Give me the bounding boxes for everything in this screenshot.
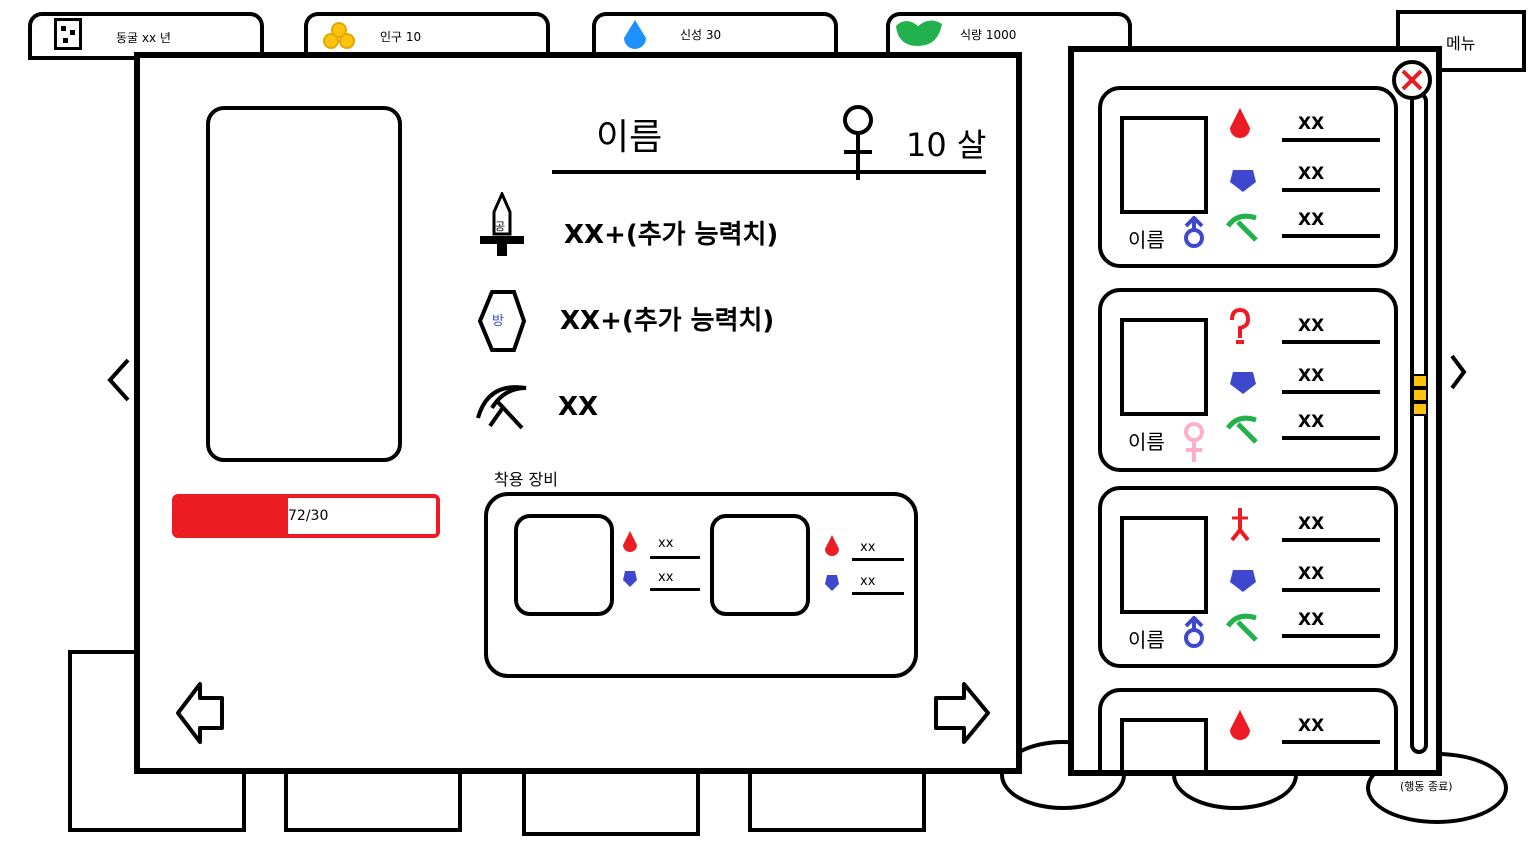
card-stat-line [1282, 340, 1380, 344]
card-stat-line [1282, 436, 1380, 440]
skill-pickaxe-icon [476, 385, 527, 430]
skill-value: XX [558, 392, 599, 422]
food-label: 식량 1000 [960, 28, 1017, 42]
equip-2-attack-drop-icon [825, 535, 839, 556]
attack-value: XX+(추가 능력치) [564, 220, 779, 250]
card-portrait [1120, 718, 1208, 770]
cave-icon [54, 18, 82, 50]
roster-card[interactable]: 이름 XX XX XX [1098, 86, 1398, 268]
roster-card[interactable]: 이름 XX XX XX [1098, 486, 1398, 668]
card-stat-line [1282, 390, 1380, 394]
card-stat-v2: XX [1298, 366, 1325, 386]
card-stat-line [1282, 634, 1380, 638]
character-age: 10 살 [906, 126, 987, 164]
equip-1-defense-line [650, 588, 700, 591]
defense-value: XX+(추가 능력치) [560, 306, 775, 336]
card-portrait [1120, 116, 1208, 214]
card-stat-line [1282, 138, 1380, 142]
card-stat-v1: XX [1298, 514, 1325, 534]
hp-text: 72/30 [288, 508, 329, 524]
equipment-title: 착용 장비 [494, 470, 558, 489]
card-stat-v1: XX [1298, 716, 1325, 736]
prev-character-arrow-icon[interactable] [174, 678, 228, 748]
card-portrait [1120, 516, 1208, 614]
card-stat-line [1282, 234, 1380, 238]
card-name: 이름 [1128, 228, 1165, 252]
card-skill-pickaxe-icon [1226, 613, 1258, 642]
close-button[interactable] [1392, 60, 1432, 100]
divinity-tab: 신성 30 [592, 12, 838, 52]
card-stat-v3: XX [1298, 210, 1325, 230]
population-label: 인구 10 [380, 30, 422, 44]
equipment-slot-1[interactable] [514, 514, 614, 616]
next-character-arrow-icon[interactable] [932, 678, 992, 748]
equip-2-defense-value: xx [860, 574, 876, 589]
card-name: 이름 [1128, 430, 1165, 454]
male-gender-icon [1184, 216, 1204, 248]
divinity-drop-icon [624, 20, 646, 49]
attack-icon-char: 공 [495, 220, 506, 233]
female-gender-icon [1184, 422, 1204, 462]
next-page-chevron-icon[interactable] [1448, 352, 1468, 392]
population-tab: 인구 10 [304, 12, 550, 52]
card-attack-dagger-icon [1230, 508, 1250, 542]
roster-scrollbar[interactable] [1410, 92, 1428, 754]
card-attack-hook-icon [1230, 308, 1251, 344]
equip-2-attack-value: xx [860, 540, 876, 555]
card-stat-v2: XX [1298, 164, 1325, 184]
card-stat-line [1282, 740, 1380, 744]
equip-1-attack-value: xx [658, 536, 674, 551]
roster-card[interactable]: 이름 XX XX XX [1098, 288, 1398, 472]
equip-2-defense-line [852, 592, 904, 595]
character-name: 이름 [596, 117, 663, 158]
card-stat-v3: XX [1298, 412, 1325, 432]
card-stat-v1: XX [1298, 316, 1325, 336]
male-gender-icon [1184, 616, 1204, 648]
card-defense-icon [1230, 372, 1256, 394]
card-stat-v3: XX [1298, 610, 1325, 630]
equip-1-defense-icon [623, 571, 637, 587]
equip-2-attack-line [852, 558, 904, 561]
prev-page-chevron-icon[interactable] [106, 356, 132, 404]
card-stat-v2: XX [1298, 564, 1325, 584]
card-portrait [1120, 318, 1208, 416]
divinity-label: 신성 30 [680, 28, 722, 42]
card-defense-icon [1230, 570, 1256, 592]
menu-label: 메뉴 [1446, 34, 1476, 53]
equipment-slot-2[interactable] [710, 514, 810, 616]
hp-bar-fill [176, 498, 288, 534]
card-attack-drop-icon [1230, 710, 1250, 740]
character-detail-panel: 72/30 이름 10 살 공 XX+(추가 능력치) 방 XX+(추가 능력치… [134, 52, 1022, 774]
card-skill-pickaxe-icon [1226, 415, 1258, 444]
equip-1-defense-value: xx [658, 570, 674, 585]
end-turn-label: (행동 종료) [1400, 780, 1453, 793]
equip-1-attack-line [650, 556, 700, 559]
card-attack-drop-icon [1230, 108, 1250, 138]
defense-icon-char: 방 [492, 314, 504, 329]
card-stat-line [1282, 588, 1380, 592]
hp-bar: 72/30 [172, 494, 440, 538]
equip-1-attack-drop-icon [623, 531, 637, 552]
equip-2-defense-icon [825, 575, 839, 591]
roster-panel: 이름 XX XX XX 이름 XX XX XX 이름 XX XX XX XX [1068, 46, 1442, 776]
card-stat-line [1282, 538, 1380, 542]
population-icon [323, 22, 355, 49]
name-underline [552, 170, 986, 174]
card-stat-v1: XX [1298, 114, 1325, 134]
cave-year-label: 동굴 xx 년 [116, 31, 171, 45]
card-skill-pickaxe-icon [1226, 213, 1258, 242]
food-leaf-icon [896, 20, 942, 46]
card-name: 이름 [1128, 628, 1165, 652]
close-icon [1401, 69, 1423, 91]
card-stat-line [1282, 188, 1380, 192]
character-portrait [206, 106, 402, 462]
equipment-box: xx xx xx xx [484, 492, 918, 678]
card-defense-icon [1230, 170, 1256, 192]
roster-card[interactable]: XX [1098, 688, 1398, 770]
roster-scroll-thumb[interactable] [1412, 374, 1428, 416]
